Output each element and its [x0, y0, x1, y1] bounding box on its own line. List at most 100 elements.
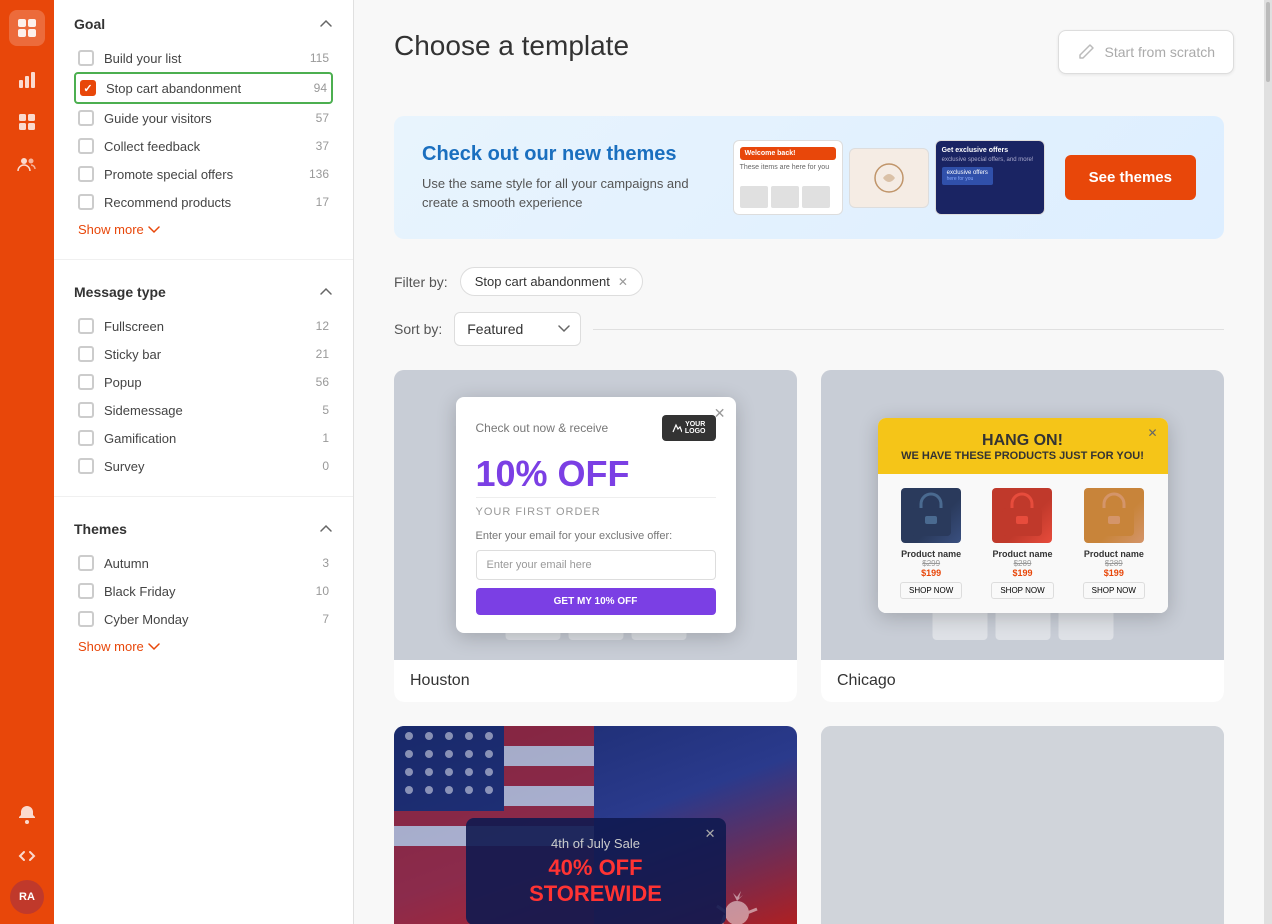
houston-header: Check out now & receive YOURLOGO [476, 415, 716, 441]
msg-item-survey[interactable]: Survey 0 [74, 452, 333, 480]
chicago-product-new-2: $199 [981, 568, 1064, 578]
goal-checkbox-promote-offers[interactable] [78, 166, 94, 182]
remove-filter-button[interactable]: ✕ [618, 275, 628, 289]
goal-count-build-list: 115 [310, 51, 329, 65]
goal-collapse-icon [319, 17, 333, 31]
goal-checkbox-recommend-products[interactable] [78, 194, 94, 210]
july-popup: ✕ 4th of July Sale 40% OFF STOREWIDE [466, 818, 726, 924]
msg-item-sidemessage[interactable]: Sidemessage 5 [74, 396, 333, 424]
sort-select[interactable]: Featured Newest Oldest Most popular [454, 312, 581, 346]
main-wrapper: Choose a template Start from scratch Che… [354, 0, 1264, 924]
goal-item-build-list[interactable]: Build your list 115 [74, 44, 333, 72]
chicago-name: Chicago [821, 660, 1224, 702]
chicago-shop-btn-1[interactable]: SHOP NOW [900, 582, 962, 599]
theme-label-black-friday: Black Friday [104, 584, 316, 599]
houston-subtitle: YOUR FIRST ORDER [476, 497, 716, 518]
chicago-product-new-3: $199 [1072, 568, 1155, 578]
nav-icon-code[interactable] [9, 838, 45, 874]
banner-images: Welcome back! These items are here for y… [733, 140, 1045, 215]
template-grid: ✕ Check out now & receive YOURLOGO 10% O… [394, 370, 1224, 924]
goal-section-header[interactable]: Goal [74, 16, 333, 32]
msg-item-fullscreen[interactable]: Fullscreen 12 [74, 312, 333, 340]
msg-label-fullscreen: Fullscreen [104, 319, 316, 334]
template-card-chicago[interactable]: ✕ HANG ON! WE HAVE THESE PRODUCTS JUST F… [821, 370, 1224, 702]
msg-checkbox-gamification[interactable] [78, 430, 94, 446]
goal-checkbox-stop-cart[interactable] [80, 80, 96, 96]
goal-checkbox-collect-feedback[interactable] [78, 138, 94, 154]
template-card-placeholder[interactable]: SHOP NOW Template [821, 726, 1224, 924]
nav-icon-bell[interactable] [9, 796, 45, 832]
nav-icon-users[interactable] [9, 146, 45, 182]
template-card-july[interactable]: ✕ 4th of July Sale 40% OFF STOREWIDE 4th… [394, 726, 797, 924]
theme-checkbox-autumn[interactable] [78, 555, 94, 571]
houston-preview: ✕ Check out now & receive YOURLOGO 10% O… [394, 370, 797, 660]
see-themes-button[interactable]: See themes [1065, 155, 1196, 200]
chicago-header-sub: WE HAVE THESE PRODUCTS JUST FOR YOU! [894, 450, 1152, 462]
msg-count-gamification: 1 [322, 431, 329, 445]
houston-cta: GET MY 10% OFF [476, 588, 716, 615]
chicago-product-name-2: Product name [981, 549, 1064, 559]
theme-item-cyber-monday[interactable]: Cyber Monday 7 [74, 605, 333, 633]
goal-item-stop-cart[interactable]: Stop cart abandonment 94 [74, 72, 333, 104]
chicago-popup: ✕ HANG ON! WE HAVE THESE PRODUCTS JUST F… [878, 418, 1168, 613]
show-more-chevron-icon [148, 226, 160, 234]
msg-checkbox-fullscreen[interactable] [78, 318, 94, 334]
user-avatar[interactable]: RA [10, 880, 44, 914]
themes-section-header[interactable]: Themes [74, 521, 333, 537]
chicago-product-name-3: Product name [1072, 549, 1155, 559]
template-card-houston[interactable]: ✕ Check out now & receive YOURLOGO 10% O… [394, 370, 797, 702]
msg-count-sidemessage: 5 [322, 403, 329, 417]
theme-checkbox-black-friday[interactable] [78, 583, 94, 599]
goal-count-recommend-products: 17 [316, 195, 329, 209]
msg-label-survey: Survey [104, 459, 322, 474]
nav-bar: RA [0, 0, 54, 924]
chicago-shop-btn-2[interactable]: SHOP NOW [991, 582, 1053, 599]
nav-icon-chart[interactable] [9, 62, 45, 98]
msg-checkbox-sidemessage[interactable] [78, 402, 94, 418]
goal-checkbox-build-list[interactable] [78, 50, 94, 66]
chicago-product-new-1: $199 [890, 568, 973, 578]
chicago-product-old-1: $299 [890, 559, 973, 568]
theme-checkbox-cyber-monday[interactable] [78, 611, 94, 627]
chicago-product-name-1: Product name [890, 549, 973, 559]
active-filter-tag[interactable]: Stop cart abandonment ✕ [460, 267, 643, 296]
theme-label-autumn: Autumn [104, 556, 322, 571]
goal-item-collect-feedback[interactable]: Collect feedback 37 [74, 132, 333, 160]
banner-description: Use the same style for all your campaign… [422, 174, 713, 213]
goal-checkbox-guide-visitors[interactable] [78, 110, 94, 126]
houston-popup: ✕ Check out now & receive YOURLOGO 10% O… [456, 397, 736, 633]
chicago-product-img-1 [901, 488, 961, 543]
goal-show-more[interactable]: Show more [74, 216, 333, 243]
goal-item-promote-offers[interactable]: Promote special offers 136 [74, 160, 333, 188]
nav-icon-layout[interactable] [9, 104, 45, 140]
theme-item-black-friday[interactable]: Black Friday 10 [74, 577, 333, 605]
scratch-btn-label: Start from scratch [1105, 44, 1215, 60]
theme-count-cyber-monday: 7 [322, 612, 329, 626]
chicago-shop-btn-3[interactable]: SHOP NOW [1083, 582, 1145, 599]
page-title: Choose a template [394, 30, 629, 62]
goal-count-promote-offers: 136 [309, 167, 329, 181]
nav-logo[interactable] [9, 10, 45, 46]
chicago-product-2: Product name $289 $199 SHOP NOW [981, 488, 1064, 599]
msg-item-gamification[interactable]: Gamification 1 [74, 424, 333, 452]
goal-item-guide-visitors[interactable]: Guide your visitors 57 [74, 104, 333, 132]
goal-count-stop-cart: 94 [314, 81, 327, 95]
message-type-header[interactable]: Message type [74, 284, 333, 300]
msg-item-sticky-bar[interactable]: Sticky bar 21 [74, 340, 333, 368]
msg-count-popup: 56 [316, 375, 329, 389]
message-type-title: Message type [74, 284, 166, 300]
goal-label-stop-cart: Stop cart abandonment [106, 81, 314, 96]
sort-by-label: Sort by: [394, 321, 442, 337]
msg-checkbox-survey[interactable] [78, 458, 94, 474]
sort-bar: Sort by: Featured Newest Oldest Most pop… [394, 312, 1224, 346]
msg-checkbox-sticky-bar[interactable] [78, 346, 94, 362]
goal-item-recommend-products[interactable]: Recommend products 17 [74, 188, 333, 216]
msg-count-fullscreen: 12 [316, 319, 329, 333]
msg-item-popup[interactable]: Popup 56 [74, 368, 333, 396]
scrollbar[interactable] [1264, 0, 1272, 924]
sidebar-divider-2 [54, 496, 353, 497]
theme-item-autumn[interactable]: Autumn 3 [74, 549, 333, 577]
msg-checkbox-popup[interactable] [78, 374, 94, 390]
themes-show-more[interactable]: Show more [74, 633, 333, 660]
start-from-scratch-button[interactable]: Start from scratch [1058, 30, 1234, 74]
